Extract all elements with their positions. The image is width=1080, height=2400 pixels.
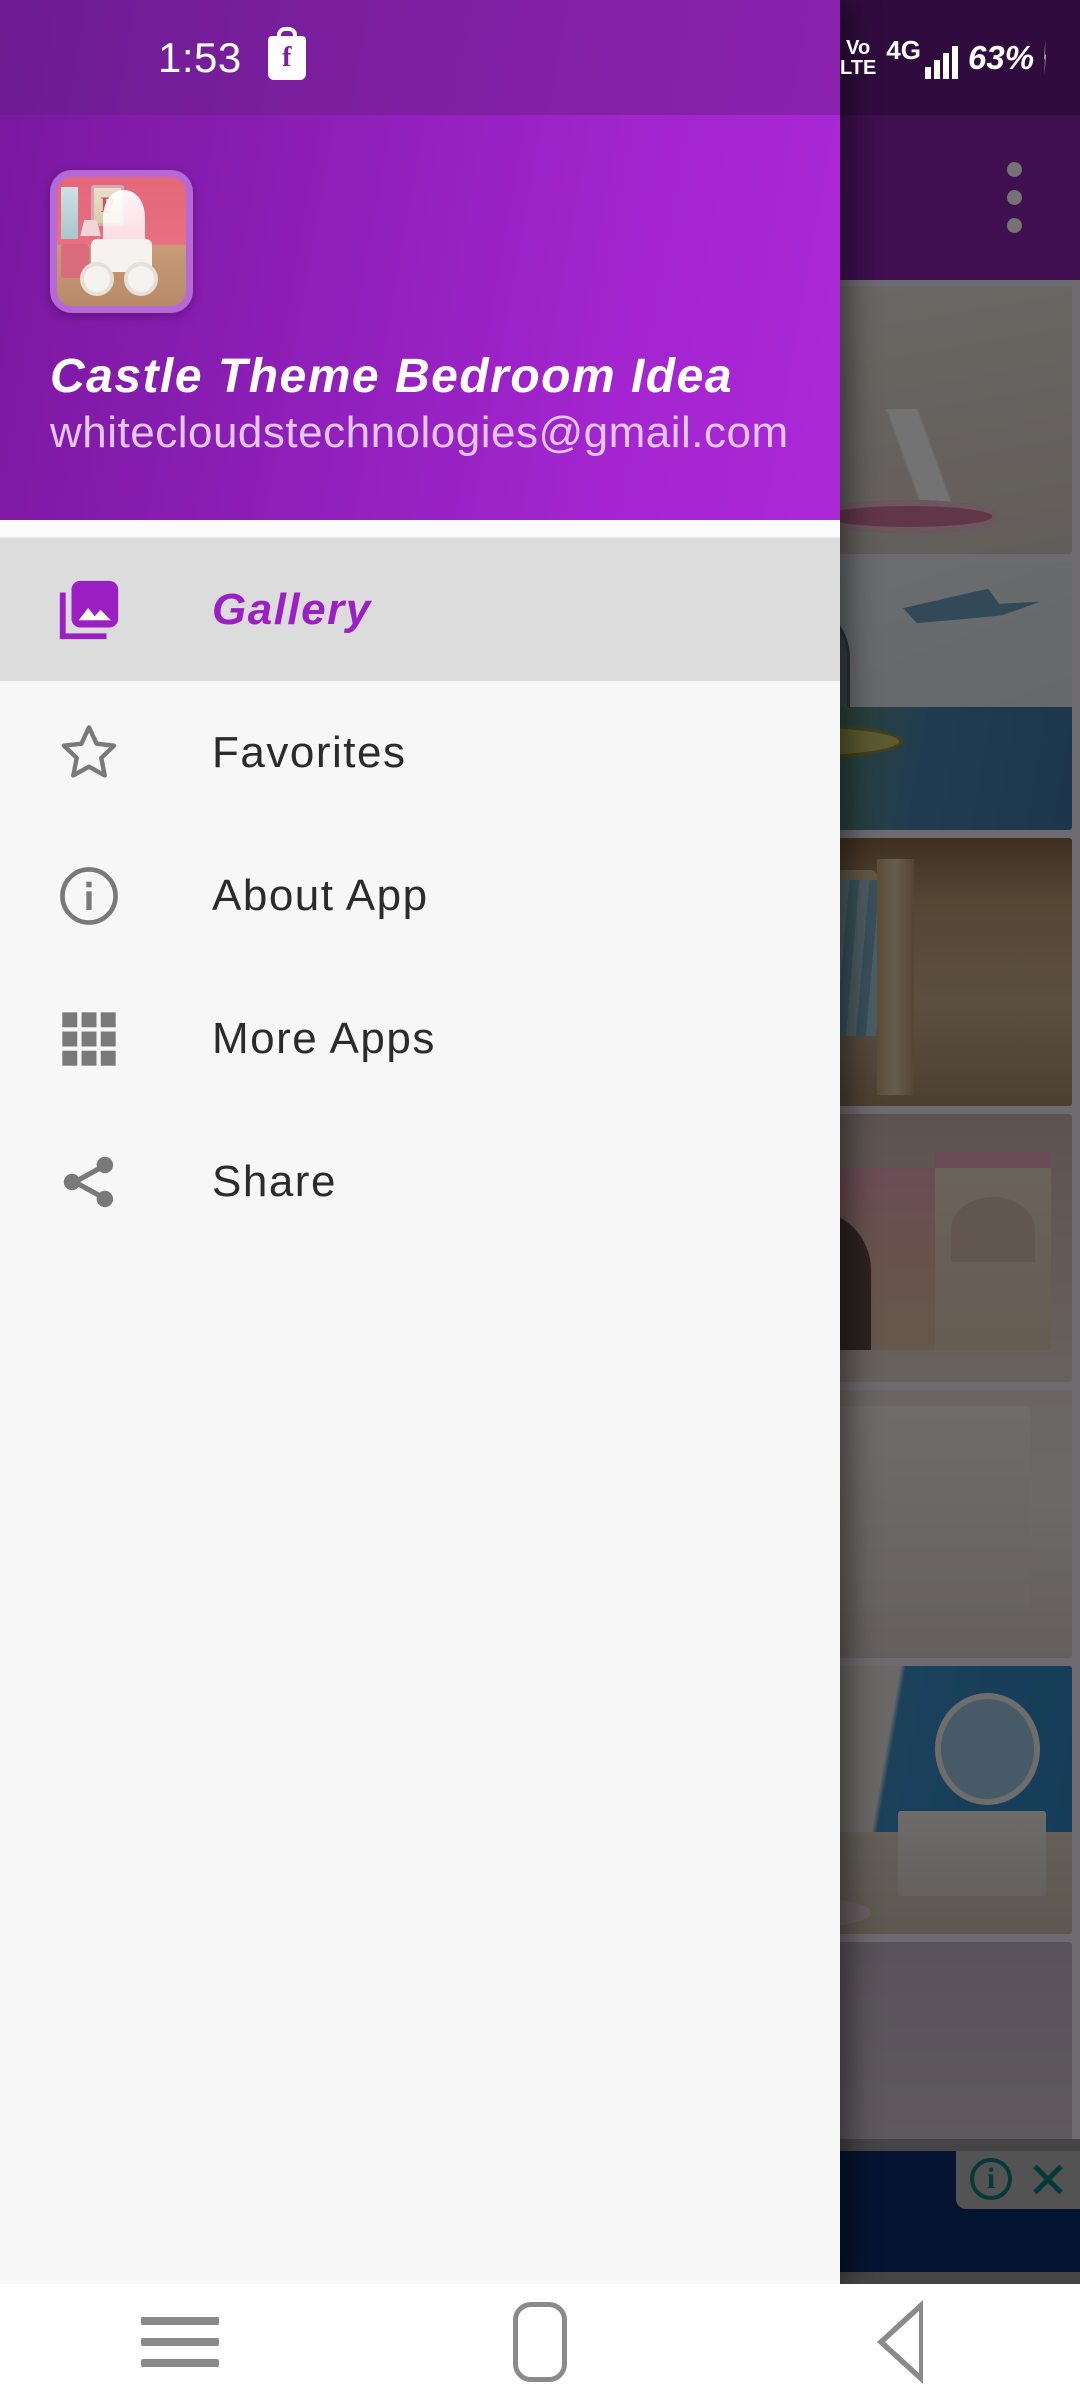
sidebar-item-label: Share bbox=[212, 1156, 337, 1206]
status-bar-right-cluster: Vo LTE 4G 63% bbox=[840, 0, 1080, 115]
shopping-bag-icon bbox=[267, 26, 306, 80]
sidebar-item-share[interactable]: Share bbox=[0, 1110, 840, 1253]
sidebar-item-label: About App bbox=[212, 870, 429, 920]
back-button[interactable] bbox=[810, 2284, 990, 2400]
status-bar-clock: 1:53 bbox=[158, 33, 242, 81]
home-icon bbox=[513, 2302, 567, 2382]
recent-apps-icon bbox=[141, 2317, 219, 2367]
phone-screen: I... bbox=[0, 0, 1080, 2400]
back-icon bbox=[877, 2300, 923, 2384]
drawer-header: Castle Theme Bedroom Idea whitecloudstec… bbox=[0, 115, 840, 520]
app-email-label: whitecloudstechnologies@gmail.com bbox=[50, 408, 789, 457]
navigation-drawer: 1:53 Castle Theme Bedroom Idea whiteclou… bbox=[0, 0, 840, 2284]
drawer-divider bbox=[0, 520, 840, 538]
status-bar: 1:53 bbox=[0, 0, 840, 115]
sidebar-item-label: Gallery bbox=[212, 584, 372, 634]
home-button[interactable] bbox=[450, 2284, 630, 2400]
sidebar-item-gallery[interactable]: Gallery bbox=[0, 538, 840, 681]
sidebar-item-favorites[interactable]: Favorites bbox=[0, 681, 840, 824]
star-outline-icon bbox=[50, 714, 128, 792]
sidebar-item-label: More Apps bbox=[212, 1013, 436, 1063]
battery-percent-label: 63% bbox=[967, 38, 1035, 76]
app-icon bbox=[50, 170, 193, 313]
app-name-label: Castle Theme Bedroom Idea bbox=[50, 350, 734, 403]
system-navigation-bar bbox=[0, 2284, 1080, 2400]
grid-apps-icon bbox=[50, 1000, 128, 1078]
photo-library-icon bbox=[50, 571, 128, 649]
share-nodes-icon bbox=[50, 1143, 128, 1221]
volte-indicator: Vo LTE bbox=[840, 36, 877, 79]
info-circle-icon bbox=[50, 857, 128, 935]
sidebar-item-about-app[interactable]: About App bbox=[0, 824, 840, 967]
sidebar-item-more-apps[interactable]: More Apps bbox=[0, 967, 840, 1110]
signal-indicator: 4G bbox=[886, 37, 958, 79]
sidebar-item-label: Favorites bbox=[212, 727, 407, 777]
drawer-menu-list: Gallery Favorites About App More Apps Sh… bbox=[0, 538, 840, 1253]
charging-bolt-icon bbox=[1044, 39, 1046, 76]
recent-apps-button[interactable] bbox=[90, 2284, 270, 2400]
